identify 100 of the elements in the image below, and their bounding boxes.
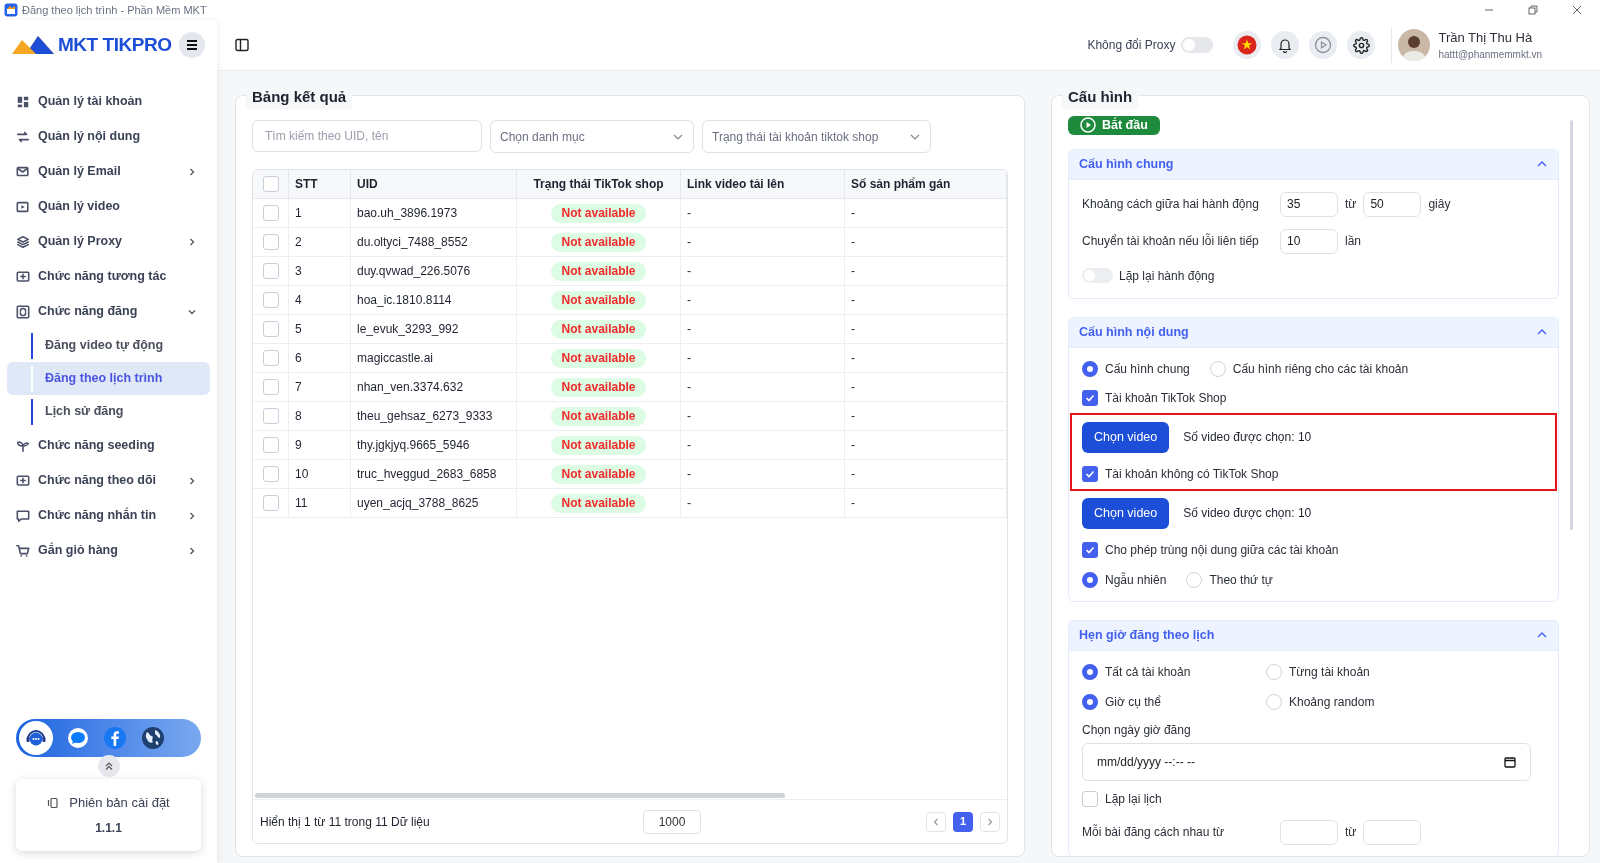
settings-button[interactable] xyxy=(1347,31,1376,59)
submenu-item[interactable]: Đăng theo lịch trình xyxy=(7,362,210,395)
column-header: UID xyxy=(357,176,378,193)
row-checkbox[interactable] xyxy=(262,234,279,250)
table-cell-text: - xyxy=(687,292,691,309)
menu-button[interactable] xyxy=(179,32,205,58)
sidebar-item[interactable]: Quản lý nội dung xyxy=(7,119,210,154)
number-field[interactable]: 35 xyxy=(1280,191,1338,217)
swap-icon xyxy=(16,129,30,144)
field-label: Mỗi bài đăng cách nhau từ xyxy=(1082,823,1226,842)
section-header[interactable]: Cấu hình chung xyxy=(1069,149,1558,180)
scrollbar[interactable] xyxy=(255,792,785,798)
number-field[interactable] xyxy=(1363,819,1422,845)
table-cell-text: truc_hveggud_2683_6858 xyxy=(357,466,497,483)
video-icon xyxy=(16,199,30,214)
sidebar-item[interactable]: Quản lý Proxy xyxy=(7,224,210,259)
grid-icon xyxy=(16,94,30,109)
select-all-checkbox[interactable] xyxy=(262,176,279,192)
window-title: Đăng theo lịch trình - Phần Mềm MKT xyxy=(22,2,207,18)
checkbox[interactable] xyxy=(1082,466,1098,483)
submenu-item[interactable]: Đăng video tự động xyxy=(7,329,210,362)
double-chevron-up-icon xyxy=(103,761,114,771)
radio-button[interactable] xyxy=(1082,663,1098,680)
row-checkbox[interactable] xyxy=(262,350,279,366)
row-checkbox[interactable] xyxy=(262,495,279,511)
radio-label: Giờ cụ thể xyxy=(1105,693,1161,711)
checkbox-label: Tài khoản không có TikTok Shop xyxy=(1105,466,1279,484)
table-cell-text: le_evuk_3293_992 xyxy=(357,321,459,338)
table-cell-text: - xyxy=(851,263,855,280)
row-checkbox[interactable] xyxy=(262,205,279,221)
close-icon[interactable] xyxy=(1572,5,1582,15)
row-checkbox[interactable] xyxy=(262,437,279,453)
language-button[interactable] xyxy=(1233,31,1262,59)
radio-button[interactable] xyxy=(1082,571,1098,588)
proxy-toggle[interactable] xyxy=(1181,37,1214,53)
row-checkbox[interactable] xyxy=(262,408,279,424)
next-page-button[interactable] xyxy=(980,811,1000,832)
row-checkbox[interactable] xyxy=(262,321,279,337)
checkbox[interactable] xyxy=(1082,791,1098,808)
choose-video-button[interactable]: Chọn video xyxy=(1082,421,1170,453)
number-field[interactable]: 10 xyxy=(1280,228,1338,254)
column-header: Số sản phẩm gán xyxy=(851,176,951,193)
play-button[interactable] xyxy=(1309,31,1338,59)
bell-icon xyxy=(1277,37,1294,53)
row-checkbox[interactable] xyxy=(262,263,279,279)
checkbox[interactable] xyxy=(1082,542,1098,559)
scrollbar[interactable] xyxy=(1570,120,1573,530)
row-checkbox[interactable] xyxy=(262,379,279,395)
sprout-icon xyxy=(16,438,30,453)
dropdown[interactable]: Chọn danh mục xyxy=(490,120,694,153)
submenu-item[interactable]: Lịch sử đăng xyxy=(7,395,210,428)
status-badge: Not available xyxy=(551,377,646,397)
mail-icon xyxy=(16,164,30,179)
search-field[interactable]: Tìm kiếm theo UID, tên xyxy=(252,120,482,152)
table-cell-text: 3 xyxy=(295,263,302,280)
page-button[interactable]: 1 xyxy=(953,811,973,832)
sidebar-item[interactable]: Chức năng đăng xyxy=(7,294,210,329)
radio-label: Tất cả tài khoản xyxy=(1105,663,1191,681)
column-header: STT xyxy=(295,176,318,193)
avatar[interactable] xyxy=(1398,29,1431,61)
field-label: từ xyxy=(1345,824,1357,842)
refresh-square-icon xyxy=(16,304,30,319)
previous-page-button[interactable] xyxy=(926,811,946,832)
table-cell-text: theu_gehsaz_6273_9333 xyxy=(357,408,493,425)
column-header: Trạng thái TikTok shop xyxy=(533,176,664,193)
choose-video-button[interactable]: Chọn video xyxy=(1082,497,1170,529)
number-field[interactable]: 50 xyxy=(1363,191,1422,217)
flag-icon xyxy=(1237,35,1258,55)
sidebar-item[interactable]: Gắn giỏ hàng xyxy=(7,533,210,568)
version-label: Phiên bản cài đặt xyxy=(69,794,170,813)
sidebar-item[interactable]: Quản lý Email xyxy=(7,154,210,189)
checkbox[interactable] xyxy=(1082,390,1098,407)
section-header[interactable]: Cấu hình nội dung xyxy=(1069,317,1558,348)
support-button[interactable] xyxy=(19,721,53,755)
facebook-icon[interactable] xyxy=(103,726,127,750)
restore-icon[interactable] xyxy=(1528,5,1538,15)
start-button[interactable]: Bắt đầu xyxy=(1068,116,1160,135)
page-size-field[interactable]: 1000 xyxy=(643,809,701,834)
radio-button[interactable] xyxy=(1082,693,1098,710)
sidebar-toggle-icon[interactable] xyxy=(235,38,249,52)
sidebar-item[interactable]: Quản lý video xyxy=(7,189,210,224)
collapse-button[interactable] xyxy=(97,755,120,777)
play-circle-icon xyxy=(1314,36,1333,54)
globe-icon[interactable] xyxy=(141,726,165,750)
notification-button[interactable] xyxy=(1271,31,1300,59)
sidebar-item[interactable]: Chức năng seeding xyxy=(7,428,210,463)
chevron-left-icon xyxy=(932,817,940,826)
sidebar-item[interactable]: Chức năng theo dõi xyxy=(7,463,210,498)
datetime-field[interactable]: mm/dd/yyyy --:-- -- xyxy=(1082,742,1531,781)
chat-bubble-icon[interactable] xyxy=(67,727,89,749)
dropdown[interactable]: Trạng thái tài khoản tiktok shop xyxy=(702,120,931,153)
number-field[interactable] xyxy=(1280,819,1338,845)
field-label: Chọn ngày giờ đăng xyxy=(1082,721,1191,739)
section-header[interactable]: Hẹn giờ đăng theo lịch xyxy=(1069,620,1558,651)
row-checkbox[interactable] xyxy=(262,466,279,482)
sidebar-item[interactable]: Chức năng nhắn tin xyxy=(7,498,210,533)
radio-button[interactable] xyxy=(1082,360,1098,377)
sidebar-item[interactable]: Quản lý tài khoản xyxy=(7,84,210,119)
sidebar-item[interactable]: Chức năng tương tác xyxy=(7,259,210,294)
row-checkbox[interactable] xyxy=(262,292,279,308)
